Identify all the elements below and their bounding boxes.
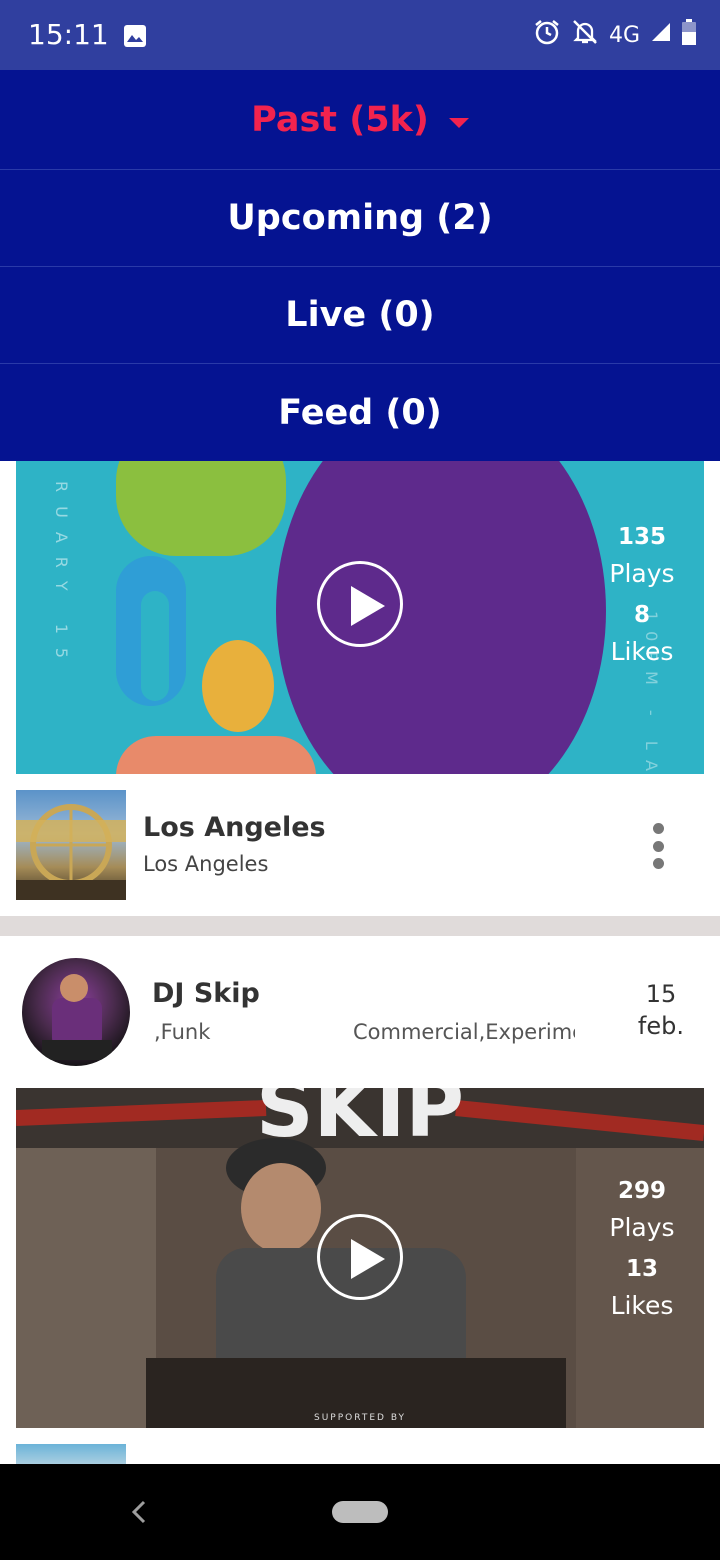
battery-icon	[682, 19, 696, 51]
venue-title: Los Angeles	[143, 812, 326, 843]
svg-text:RUARY 15: RUARY 15	[52, 481, 71, 672]
filter-option-feed[interactable]: Feed (0)	[0, 364, 720, 461]
home-pill-button[interactable]	[332, 1501, 388, 1523]
play-button[interactable]	[317, 1214, 403, 1300]
dj-name: DJ Skip	[152, 978, 260, 1009]
event-date: 15 feb.	[638, 978, 684, 1042]
network-type: 4G	[608, 22, 640, 48]
status-bar: 15:11 4G	[0, 0, 720, 70]
plays-count: 135	[617, 524, 666, 550]
event-date-month: feb.	[637, 1012, 684, 1040]
likes-count: 13	[625, 1256, 658, 1282]
filter-option-label: Feed (0)	[278, 392, 442, 433]
plays-label: Plays	[609, 559, 675, 588]
signal-icon	[650, 21, 672, 49]
filter-option-label: Live (0)	[285, 295, 435, 335]
filter-dropdown-menu: Past (5k) Upcoming (2) Live (0) Feed (0)	[0, 70, 720, 461]
status-time: 15:11	[28, 18, 109, 51]
filter-option-past[interactable]: Past (5k)	[0, 70, 720, 170]
card-divider	[0, 916, 720, 936]
filter-option-live[interactable]: Live (0)	[0, 267, 720, 364]
venue-thumbnail[interactable]	[16, 790, 126, 900]
play-button[interactable]	[317, 561, 403, 647]
system-navigation-bar	[0, 1464, 720, 1560]
event-date-day: 15	[645, 980, 677, 1008]
event-feed[interactable]: RUARY 15 10PM - LA 135 Plays 8 Likes Los…	[0, 461, 720, 1464]
mix-cover-image[interactable]: SKIP SUPPORTED BY 299 Plays 13 Likes	[16, 1088, 704, 1428]
caret-down-icon	[448, 117, 469, 128]
dj-header[interactable]: DJ Skip ,Funk Commercial,Experime 15 feb…	[0, 936, 720, 1086]
mix-cover-image[interactable]: RUARY 15 10PM - LA 135 Plays 8 Likes	[16, 461, 704, 774]
venue-thumbnail[interactable]	[16, 1444, 126, 1464]
image-icon	[123, 24, 147, 53]
more-options-icon[interactable]	[652, 823, 664, 869]
svg-text:SUPPORTED BY: SUPPORTED BY	[314, 1413, 406, 1423]
mix-stats: 299 Plays 13 Likes	[602, 1173, 682, 1329]
notifications-off-icon	[571, 18, 599, 52]
filter-option-label: Upcoming (2)	[227, 198, 493, 238]
back-icon[interactable]	[130, 1498, 148, 1531]
plays-label: Plays	[609, 1213, 675, 1242]
dj-genre: Commercial,Experime	[353, 1020, 575, 1044]
dj-avatar[interactable]	[22, 958, 130, 1066]
venue-subtitle: Los Angeles	[143, 852, 269, 876]
likes-label: Likes	[610, 637, 674, 666]
likes-label: Likes	[610, 1291, 674, 1320]
mix-stats: 135 Plays 8 Likes	[602, 519, 682, 675]
venue-row[interactable]: Los Angeles Los Angeles	[16, 790, 704, 900]
plays-count: 299	[617, 1178, 666, 1204]
filter-option-upcoming[interactable]: Upcoming (2)	[0, 170, 720, 267]
dj-genre: ,Funk	[154, 1020, 211, 1044]
alarm-icon	[533, 18, 561, 52]
likes-count: 8	[633, 602, 650, 628]
filter-option-label: Past (5k)	[251, 99, 429, 140]
